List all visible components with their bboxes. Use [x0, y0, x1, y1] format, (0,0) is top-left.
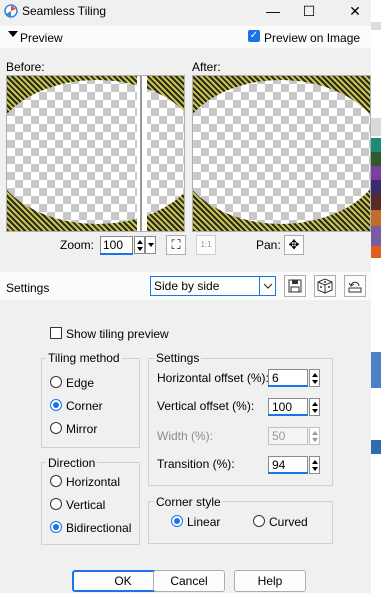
- vertical-offset-label: Vertical offset (%):: [157, 399, 255, 413]
- vertical-offset-spinner[interactable]: [309, 398, 320, 416]
- transition-label: Transition (%):: [157, 457, 235, 471]
- before-label: Before:: [6, 60, 45, 74]
- tiling-edge-radio[interactable]: [50, 376, 62, 388]
- direction-title: Direction: [46, 456, 98, 470]
- dice-icon: [317, 278, 333, 294]
- preset-dropdown-arrow[interactable]: [259, 277, 276, 295]
- corner-linear-radio[interactable]: [171, 515, 183, 527]
- collapse-triangle-icon[interactable]: [8, 31, 18, 37]
- horizontal-offset-focus-line: [268, 385, 308, 387]
- tiling-mirror-radio[interactable]: [50, 422, 62, 434]
- transition-focus-line: [268, 472, 308, 474]
- close-button[interactable]: ✕: [337, 0, 373, 22]
- preview-on-image-checkbox[interactable]: ✓: [248, 30, 260, 42]
- app-icon: [4, 4, 18, 18]
- corner-linear-label[interactable]: Linear: [187, 515, 220, 529]
- show-tiling-preview-label[interactable]: Show tiling preview: [66, 327, 169, 341]
- chevron-down-icon: [148, 243, 154, 247]
- zoom-dropdown-button[interactable]: [145, 236, 156, 254]
- direction-horizontal-label[interactable]: Horizontal: [66, 475, 120, 489]
- tiling-method-title: Tiling method: [46, 351, 122, 365]
- after-label: After:: [192, 60, 221, 74]
- chevron-down-icon: [263, 283, 273, 289]
- direction-bidirectional-radio[interactable]: [50, 521, 62, 533]
- fit-icon: ⛶: [171, 237, 181, 252]
- preview-on-image-label[interactable]: Preview on Image: [264, 31, 360, 45]
- one-to-one-icon: 1:1: [200, 240, 212, 249]
- help-button[interactable]: Help: [234, 570, 306, 592]
- zoom-label: Zoom:: [60, 238, 95, 252]
- reset-button[interactable]: [344, 275, 366, 297]
- preview-section-label: Preview: [20, 31, 63, 45]
- settings-label: Settings: [6, 281, 50, 295]
- minimize-button[interactable]: —: [255, 0, 291, 22]
- zoom-spinner[interactable]: [134, 236, 145, 254]
- corner-curved-label[interactable]: Curved: [269, 515, 308, 529]
- direction-horizontal-radio[interactable]: [50, 475, 62, 487]
- settings-group-title: Settings: [154, 351, 202, 365]
- fit-zoom-button[interactable]: ⛶: [166, 235, 186, 255]
- tiling-corner-label[interactable]: Corner: [66, 399, 103, 413]
- tiling-corner-radio[interactable]: [50, 399, 62, 411]
- tiling-mirror-label[interactable]: Mirror: [66, 422, 97, 436]
- reset-icon: [348, 281, 362, 293]
- horizontal-offset-label: Horizontal offset (%):: [157, 371, 269, 385]
- vertical-offset-focus-line: [268, 414, 308, 416]
- cancel-button[interactable]: Cancel: [153, 570, 225, 592]
- window-title: Seamless Tiling: [22, 4, 107, 18]
- horizontal-offset-spinner[interactable]: [309, 369, 320, 387]
- pan-label: Pan:: [256, 238, 281, 252]
- width-spinner: [309, 427, 320, 445]
- pan-button[interactable]: ✥: [284, 235, 304, 255]
- after-preview[interactable]: [192, 75, 371, 232]
- background-app-strip: [371, 0, 381, 593]
- before-image-mask: [7, 76, 184, 231]
- corner-curved-radio[interactable]: [253, 515, 265, 527]
- width-label: Width (%):: [157, 429, 214, 443]
- direction-vertical-radio[interactable]: [50, 498, 62, 510]
- zoom-input[interactable]: 100: [100, 236, 133, 254]
- transition-spinner[interactable]: [309, 456, 320, 474]
- zoom-input-focus-line: [100, 253, 133, 255]
- width-input: 50: [268, 427, 308, 445]
- preset-select-value: Side by side: [154, 279, 220, 293]
- maximize-button[interactable]: ☐: [291, 0, 327, 22]
- actual-size-button[interactable]: 1:1: [196, 235, 216, 255]
- direction-vertical-label[interactable]: Vertical: [66, 498, 105, 512]
- save-preset-button[interactable]: [284, 275, 306, 297]
- pan-icon: ✥: [288, 237, 300, 252]
- before-preview[interactable]: [6, 75, 185, 232]
- show-tiling-preview-checkbox[interactable]: [50, 327, 62, 339]
- corner-style-title: Corner style: [154, 495, 223, 509]
- after-image-mask: [193, 80, 370, 224]
- tiling-edge-label[interactable]: Edge: [66, 376, 94, 390]
- direction-bidirectional-label[interactable]: Bidirectional: [66, 521, 131, 535]
- randomize-button[interactable]: [314, 275, 336, 297]
- save-icon: [288, 279, 302, 293]
